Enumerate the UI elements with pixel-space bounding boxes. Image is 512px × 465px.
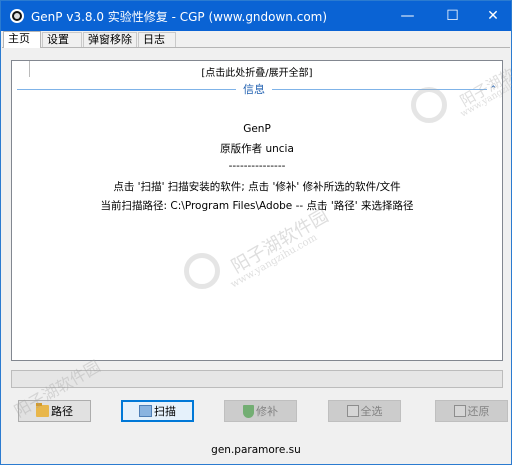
tab-log[interactable]: 日志 xyxy=(138,32,176,47)
collapse-icon[interactable]: ⌃ xyxy=(489,83,497,97)
scan-button[interactable]: 扫描 xyxy=(121,400,194,422)
path-button-label: 路径 xyxy=(51,405,73,418)
footer-url[interactable]: gen.paramore.su xyxy=(2,444,510,456)
select-all-button-label: 全选 xyxy=(360,405,383,418)
separator-line: --------------- xyxy=(228,160,286,172)
restore-icon xyxy=(453,405,466,417)
author-line: 原版作者 uncia xyxy=(220,143,294,155)
scan-path-line: 当前扫描路径: C:\Program Files\Adobe -- 点击 '路径… xyxy=(100,200,414,212)
section-header[interactable]: 信息 ⌃ xyxy=(17,83,497,97)
tab-strip: 主页 设置 弹窗移除 日志 xyxy=(1,31,511,48)
app-logo-icon xyxy=(10,9,24,23)
window-title: GenP v3.8.0 实验性修复 - CGP (www.gndown.com) xyxy=(31,9,328,24)
restore-button[interactable]: 还原 xyxy=(435,400,508,422)
tab-popup-removal[interactable]: 弹窗移除 xyxy=(83,32,137,47)
checkall-icon xyxy=(346,405,359,417)
tab-home[interactable]: 主页 xyxy=(3,31,41,48)
fold-toggle-link[interactable]: [点击此处折叠/展开全部] xyxy=(12,64,502,79)
app-window: GenP v3.8.0 实验性修复 - CGP (www.gndown.com)… xyxy=(0,0,512,465)
progress-bar xyxy=(11,370,503,388)
section-title: 信息 xyxy=(236,83,272,97)
info-panel[interactable]: [点击此处折叠/展开全部] 信息 ⌃ GenP 原版作者 uncia -----… xyxy=(11,60,503,361)
path-button[interactable]: 路径 xyxy=(18,400,91,422)
maximize-button[interactable]: ☐ xyxy=(430,1,475,31)
app-name: GenP xyxy=(243,123,271,135)
title-bar[interactable]: GenP v3.8.0 实验性修复 - CGP (www.gndown.com)… xyxy=(1,1,511,31)
scan-icon xyxy=(139,405,152,417)
select-all-button[interactable]: 全选 xyxy=(328,400,401,422)
patch-button-label: 修补 xyxy=(256,405,278,418)
restore-button-label: 还原 xyxy=(467,405,490,418)
instruction-line: 点击 '扫描' 扫描安装的软件; 点击 '修补' 修补所选的软件/文件 xyxy=(113,181,401,193)
patch-button[interactable]: 修补 xyxy=(224,400,297,422)
scan-button-label: 扫描 xyxy=(154,405,176,418)
tab-settings[interactable]: 设置 xyxy=(42,32,82,47)
folder-icon xyxy=(36,403,49,417)
home-tab-page: [点击此处折叠/展开全部] 信息 ⌃ GenP 原版作者 uncia -----… xyxy=(2,47,510,464)
close-button[interactable]: ✕ xyxy=(475,1,511,31)
shield-icon xyxy=(243,404,254,418)
minimize-button[interactable]: — xyxy=(385,1,430,31)
